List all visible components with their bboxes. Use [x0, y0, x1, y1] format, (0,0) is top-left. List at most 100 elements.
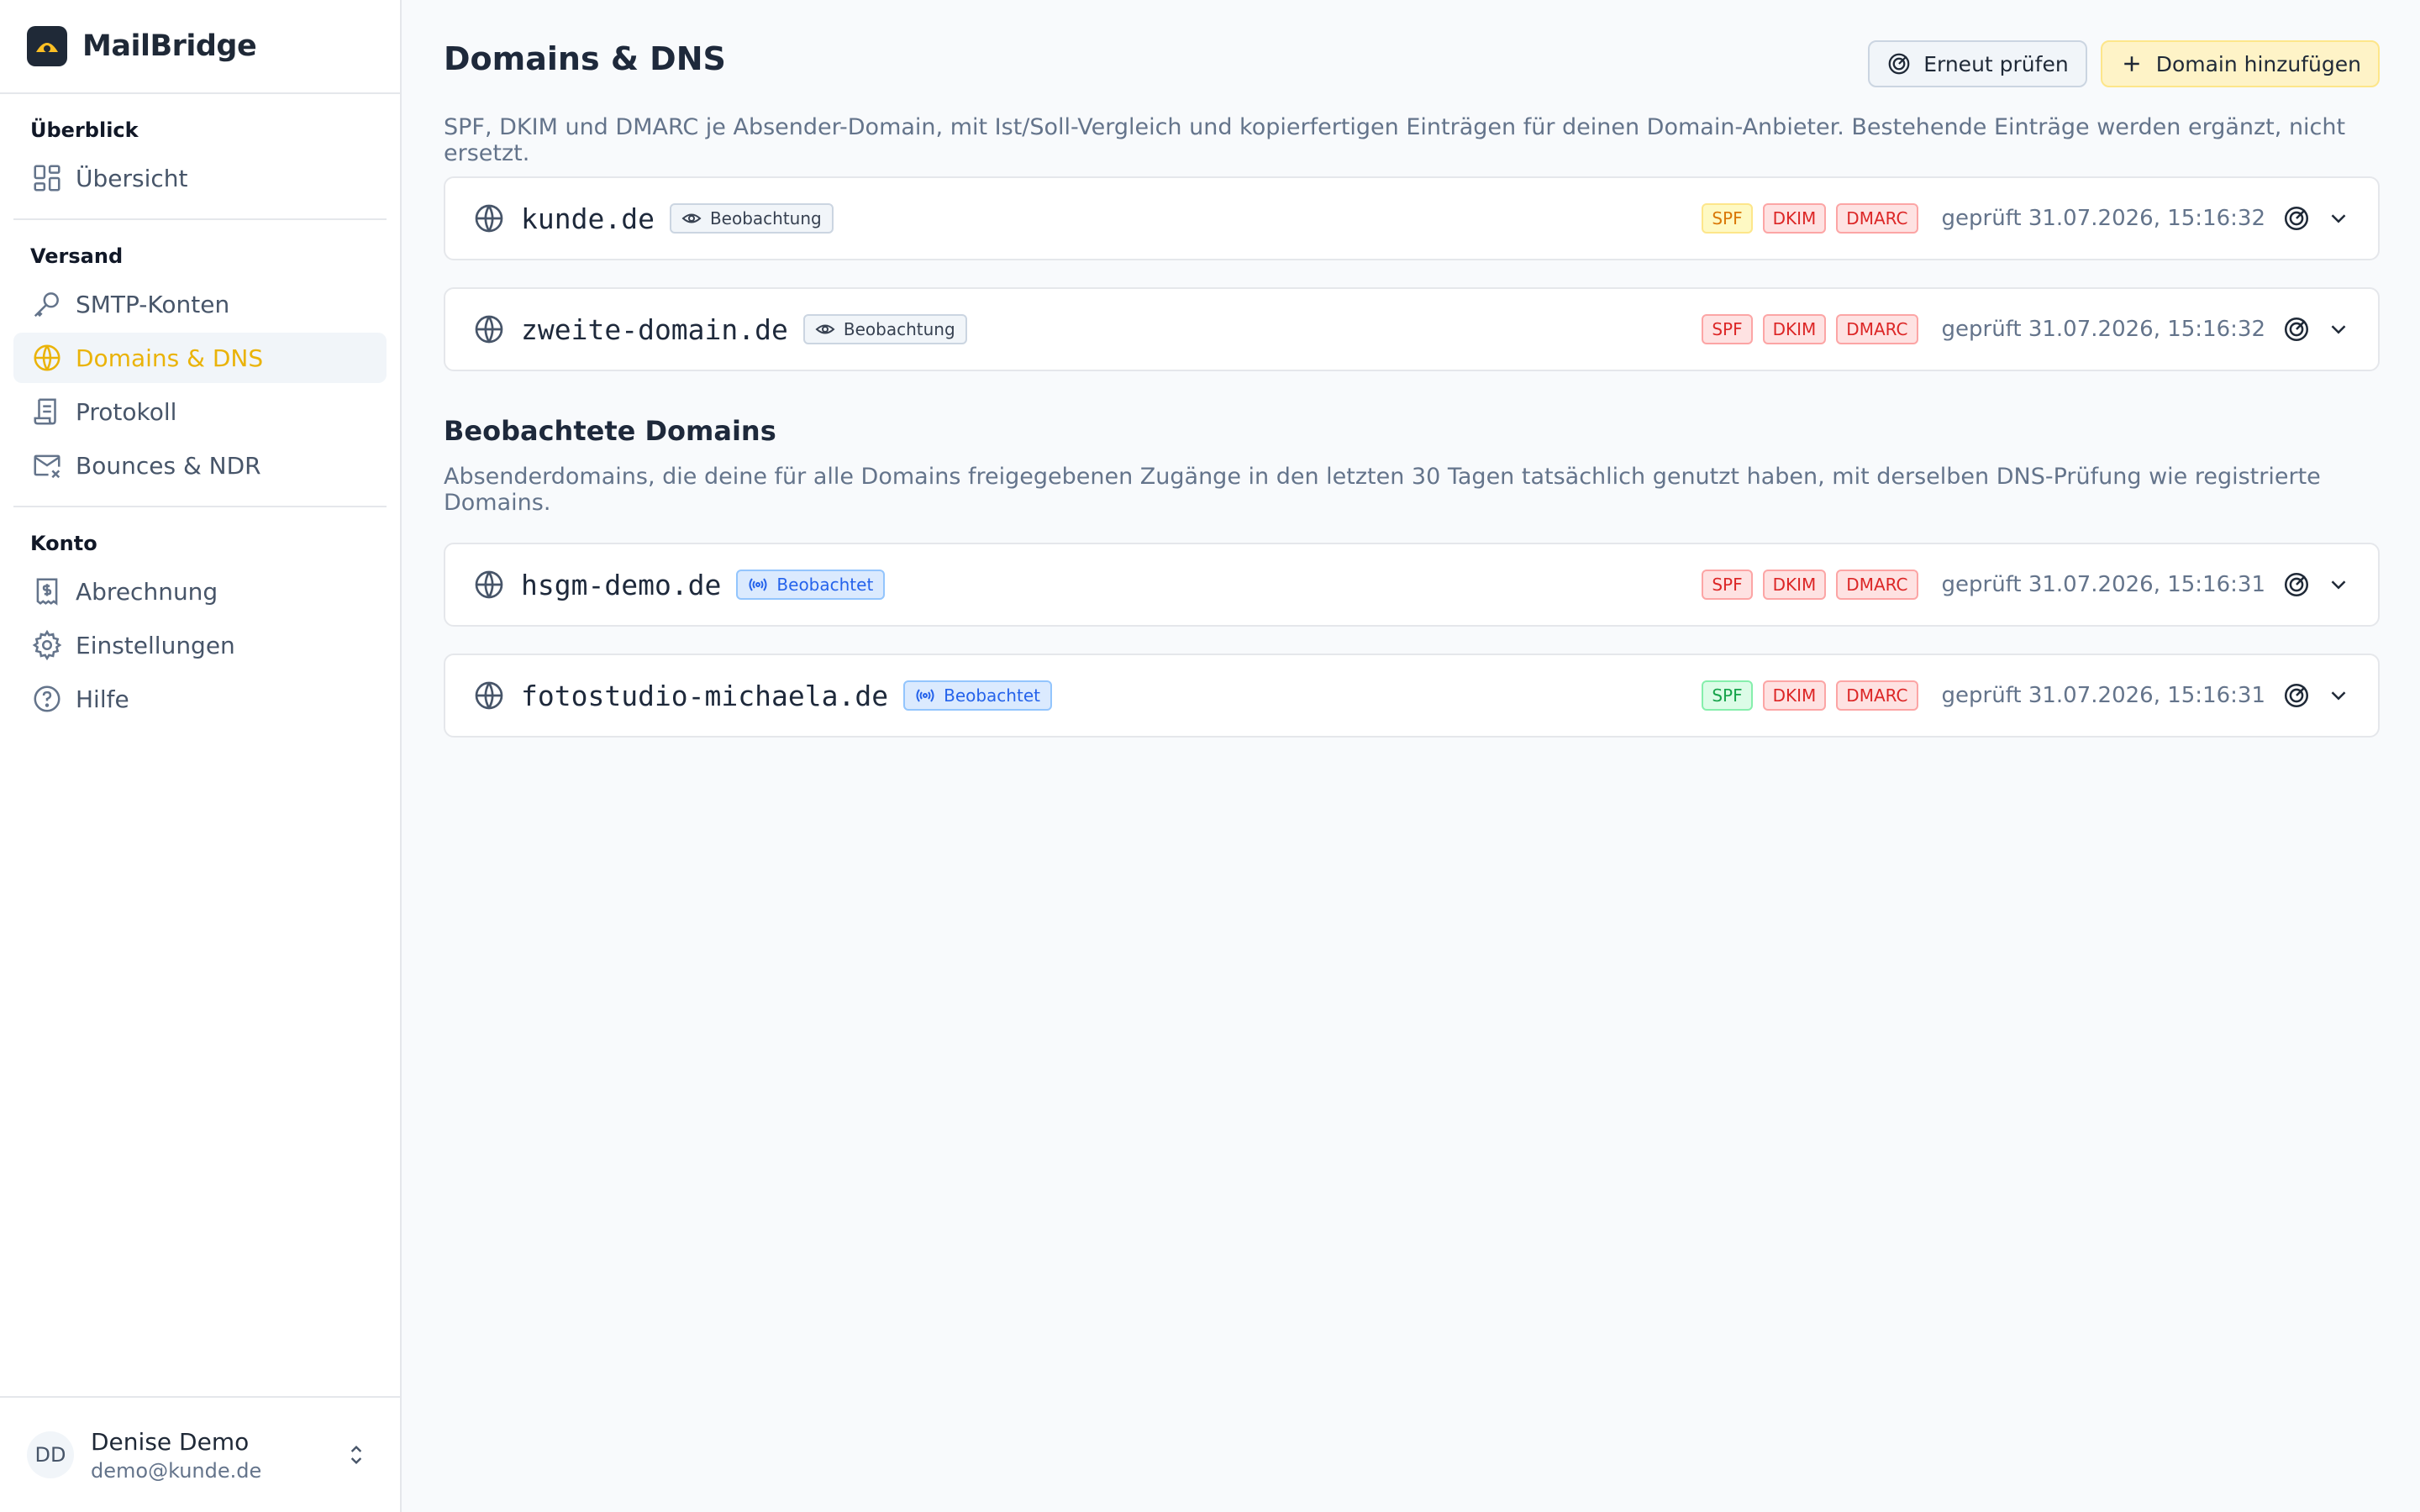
mailbridge-logo-icon [27, 26, 67, 66]
dmarc-badge: DMARC [1836, 570, 1918, 600]
chevron-down-icon[interactable] [2326, 317, 2351, 342]
domain-name: fotostudio-michaela.de [521, 679, 889, 712]
help-circle-icon [30, 682, 64, 716]
domain-name: kunde.de [521, 202, 655, 235]
observed-tag: Beobachtet [903, 680, 1052, 711]
observation-tag: Beobachtung [669, 203, 834, 234]
radar-icon[interactable] [2282, 570, 2311, 599]
header-actions: Erneut prüfen Domain hinzufügen [1868, 40, 2380, 87]
radar-icon[interactable] [2282, 681, 2311, 710]
receipt-dollar-icon [30, 575, 64, 608]
radar-icon [1888, 53, 1910, 75]
section-title: Konto [30, 532, 97, 555]
sidebar-item-bounces[interactable]: Bounces & NDR [13, 440, 387, 491]
sidebar-item-smtp[interactable]: SMTP-Konten [13, 279, 387, 329]
globe-icon [475, 570, 503, 599]
domain-list: kunde.de Beobachtung SPF DKIM DMARC gepr… [444, 176, 2380, 371]
add-domain-button[interactable]: Domain hinzufügen [2100, 40, 2380, 87]
checked-timestamp: geprüft 31.07.2026, 15:16:32 [1941, 317, 2266, 342]
domain-card[interactable]: hsgm-demo.de Beobachtet SPF DKIM DMARC g… [444, 543, 2380, 627]
tag-label: Beobachtet [776, 575, 874, 595]
eye-icon [815, 324, 835, 334]
sidebar-item-einstellungen[interactable]: Einstellungen [13, 620, 387, 670]
user-info: Denise Demo demo@kunde.de [91, 1428, 261, 1483]
observation-tag: Beobachtung [802, 314, 967, 344]
checked-timestamp: geprüft 31.07.2026, 15:16:31 [1941, 572, 2266, 597]
dkim-badge: DKIM [1762, 680, 1827, 711]
domain-card[interactable]: zweite-domain.de Beobachtung SPF DKIM DM… [444, 287, 2380, 371]
chevron-down-icon[interactable] [2326, 683, 2351, 708]
dkim-badge: DKIM [1762, 570, 1827, 600]
observed-domain-list: hsgm-demo.de Beobachtet SPF DKIM DMARC g… [444, 543, 2380, 738]
broadcast-icon [749, 578, 767, 591]
scroll-icon [30, 395, 64, 428]
domain-status: SPF DKIM DMARC geprüft 31.07.2026, 15:16… [1702, 289, 2351, 370]
sidebar-item-hilfe[interactable]: Hilfe [13, 674, 387, 724]
nav-section-overview: Überblick Übersicht [0, 94, 400, 203]
dkim-badge: DKIM [1762, 203, 1827, 234]
globe-icon [475, 204, 503, 233]
dmarc-badge: DMARC [1836, 680, 1918, 711]
domain-status: SPF DKIM DMARC geprüft 31.07.2026, 15:16… [1702, 655, 2351, 736]
domain-status: SPF DKIM DMARC geprüft 31.07.2026, 15:16… [1702, 178, 2351, 259]
sidebar-item-overview[interactable]: Übersicht [13, 153, 387, 203]
user-name: Denise Demo [91, 1427, 250, 1456]
globe-icon [30, 341, 64, 375]
observed-section-title: Beobachtete Domains [444, 415, 776, 447]
chevron-down-icon[interactable] [2326, 572, 2351, 597]
domain-status: SPF DKIM DMARC geprüft 31.07.2026, 15:16… [1702, 544, 2351, 625]
sidebar-item-label: Domains & DNS [76, 344, 264, 372]
sidebar-item-protokoll[interactable]: Protokoll [13, 386, 387, 437]
domain-card[interactable]: fotostudio-michaela.de Beobachtet SPF DK… [444, 654, 2380, 738]
spf-badge: SPF [1702, 203, 1753, 234]
nav-section-konto: Konto Abrechnung Einstellungen Hilfe [13, 506, 387, 724]
nav-section-versand: Versand SMTP-Konten Domains & DNS Protok… [13, 218, 387, 491]
sidebar-item-label: Einstellungen [76, 631, 235, 659]
user-email: demo@kunde.de [91, 1458, 262, 1483]
page-subtitle: SPF, DKIM und DMARC je Absender-Domain, … [444, 114, 2346, 166]
sidebar-item-domains[interactable]: Domains & DNS [13, 333, 387, 383]
sidebar-item-label: Hilfe [76, 685, 129, 713]
radar-icon[interactable] [2282, 315, 2311, 344]
section-title: Versand [30, 244, 124, 268]
spf-badge: SPF [1702, 570, 1753, 600]
tag-label: Beobachtet [944, 685, 1040, 706]
chevron-down-icon[interactable] [2326, 206, 2351, 231]
domain-name: hsgm-demo.de [521, 568, 722, 601]
brand-name: MailBridge [82, 29, 257, 63]
globe-icon [475, 681, 503, 710]
user-menu[interactable]: DD Denise Demo demo@kunde.de [0, 1396, 400, 1512]
domain-name: zweite-domain.de [521, 312, 788, 346]
sidebar-item-label: Übersicht [76, 164, 188, 192]
mail-x-icon [30, 449, 64, 482]
dashboard-icon [30, 161, 64, 195]
eye-icon [681, 213, 702, 223]
sidebar: MailBridge Überblick Übersicht Versand S… [0, 0, 402, 1512]
spf-badge: SPF [1702, 314, 1753, 344]
key-icon [30, 287, 64, 321]
recheck-label: Erneut prüfen [1923, 51, 2069, 76]
sidebar-item-abrechnung[interactable]: Abrechnung [13, 566, 387, 617]
chevron-up-down-icon[interactable] [343, 1441, 370, 1468]
brand[interactable]: MailBridge [0, 0, 400, 94]
recheck-button[interactable]: Erneut prüfen [1868, 40, 2087, 87]
sidebar-item-label: Bounces & NDR [76, 451, 261, 480]
tag-label: Beobachtung [843, 319, 955, 339]
dkim-badge: DKIM [1762, 314, 1827, 344]
radar-icon[interactable] [2282, 204, 2311, 233]
checked-timestamp: geprüft 31.07.2026, 15:16:32 [1941, 206, 2266, 231]
broadcast-icon [916, 689, 934, 702]
avatar: DD [27, 1431, 74, 1478]
dmarc-badge: DMARC [1836, 314, 1918, 344]
observed-section-description: Absenderdomains, die deine für alle Doma… [444, 464, 2321, 516]
page-title: Domains & DNS [444, 40, 726, 77]
sidebar-item-label: Abrechnung [76, 577, 218, 606]
observed-tag: Beobachtet [736, 570, 886, 600]
main-content: Domains & DNS Erneut prüfen Domain hinzu… [402, 0, 2420, 1512]
sidebar-item-label: Protokoll [76, 397, 177, 426]
sidebar-item-label: SMTP-Konten [76, 290, 230, 318]
plus-icon [2123, 56, 2139, 71]
domain-card[interactable]: kunde.de Beobachtung SPF DKIM DMARC gepr… [444, 176, 2380, 260]
spf-badge: SPF [1702, 680, 1753, 711]
globe-icon [475, 315, 503, 344]
